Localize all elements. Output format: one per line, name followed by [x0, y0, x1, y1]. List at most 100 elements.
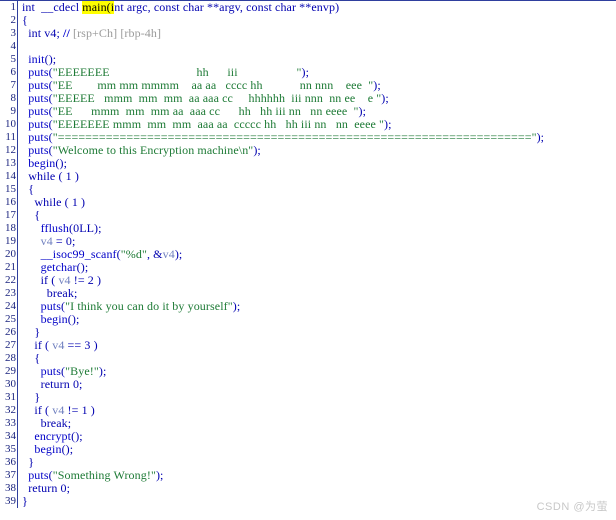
code-line[interactable]: 30 return 0;: [0, 378, 616, 391]
code-line-text[interactable]: encrypt();: [22, 430, 616, 443]
code-line-text[interactable]: return 0;: [22, 482, 616, 495]
token-kw: [22, 299, 41, 313]
gutter-divider: [17, 131, 18, 144]
code-line[interactable]: 33 break;: [0, 417, 616, 430]
token-kw: [22, 247, 41, 261]
token-str: "EE mmm mm mm aa aaa cc hh hh iii nn nn …: [52, 104, 359, 118]
code-line[interactable]: 13 begin();: [0, 157, 616, 170]
line-number: 13: [5, 157, 16, 169]
code-line-text[interactable]: while ( 1 ): [22, 170, 616, 183]
line-number: 28: [5, 352, 16, 364]
line-number: 12: [5, 144, 16, 156]
gutter-divider: [17, 209, 18, 222]
pseudocode-view[interactable]: 1 int __cdecl main(int argc, const char *…: [0, 0, 616, 520]
code-line[interactable]: 25 begin();: [0, 313, 616, 326]
code-line[interactable]: 18 fflush(0LL);: [0, 222, 616, 235]
code-line[interactable]: 4: [0, 40, 616, 53]
gutter-divider: [17, 430, 18, 443]
line-number: 35: [5, 443, 16, 455]
code-line-text[interactable]: getchar();: [22, 261, 616, 274]
token-fn: puts: [40, 364, 62, 378]
code-line-text[interactable]: }: [22, 391, 616, 404]
code-line[interactable]: 3 int v4; // [rsp+Ch] [rbp-4h]: [0, 27, 616, 40]
code-line-text[interactable]: if ( v4 != 1 ): [22, 404, 616, 417]
code-line-text[interactable]: if ( v4 == 3 ): [22, 339, 616, 352]
code-line-text[interactable]: begin();: [22, 313, 616, 326]
code-line-text[interactable]: puts("Welcome to this Encryption machine…: [22, 144, 616, 157]
gutter-divider: [17, 326, 18, 339]
code-line-text[interactable]: {: [22, 209, 616, 222]
token-kw: [22, 364, 41, 378]
code-line[interactable]: 24 puts("I think you can do it by yourse…: [0, 300, 616, 313]
token-kw: ();: [67, 312, 80, 326]
code-line[interactable]: 1 int __cdecl main(int argc, const char *…: [0, 1, 616, 14]
line-number: 26: [5, 326, 16, 338]
code-line-text[interactable]: }: [22, 326, 616, 339]
token-str: "%d": [120, 247, 147, 261]
token-cmt: [rsp+Ch] [rbp-4h]: [72, 26, 162, 40]
code-line[interactable]: 20 __isoc99_scanf("%d", &v4);: [0, 248, 616, 261]
line-number: 33: [5, 417, 16, 429]
token-kw: ();: [71, 429, 83, 443]
code-line[interactable]: 14 while ( 1 ): [0, 170, 616, 183]
line-number: 23: [5, 287, 16, 299]
code-line[interactable]: 12 puts("Welcome to this Encryption mach…: [0, 144, 616, 157]
code-line-text[interactable]: if ( v4 != 2 ): [22, 274, 616, 287]
code-line-text[interactable]: return 0;: [22, 378, 616, 391]
code-line[interactable]: 15 {: [0, 183, 616, 196]
code-line-text[interactable]: puts("I think you can do it by yourself"…: [22, 300, 616, 313]
gutter-divider: [17, 27, 18, 40]
gutter-divider: [17, 40, 18, 53]
gutter-divider: [17, 14, 18, 27]
code-line[interactable]: 39}: [0, 495, 616, 508]
code-line-text[interactable]: {: [22, 352, 616, 365]
code-line-text[interactable]: begin();: [22, 443, 616, 456]
code-line[interactable]: 16 while ( 1 ): [0, 196, 616, 209]
line-number: 10: [5, 118, 16, 130]
code-line[interactable]: 35 begin();: [0, 443, 616, 456]
gutter-divider: [17, 391, 18, 404]
code-line-text[interactable]: }: [22, 495, 616, 508]
watermark-label: CSDN @为萤: [536, 501, 608, 513]
code-line-text[interactable]: while ( 1 ): [22, 196, 616, 209]
token-kw: [22, 442, 34, 456]
token-str: "I think you can do it by yourself": [65, 299, 233, 313]
code-line[interactable]: 29 puts("Bye!");: [0, 365, 616, 378]
code-line[interactable]: 22 if ( v4 != 2 ): [0, 274, 616, 287]
code-line-text[interactable]: puts("Bye!");: [22, 365, 616, 378]
code-line-text[interactable]: __isoc99_scanf("%d", &v4);: [22, 248, 616, 261]
code-line-text[interactable]: int __cdecl main(int argc, const char **…: [22, 1, 616, 14]
line-number: 34: [5, 430, 16, 442]
gutter-divider: [17, 352, 18, 365]
code-line-text[interactable]: begin();: [22, 157, 616, 170]
gutter-divider: [17, 313, 18, 326]
token-str: "EEEEEEE hh iii ": [52, 65, 302, 79]
code-line[interactable]: 38 return 0;: [0, 482, 616, 495]
token-fn: init: [28, 52, 45, 66]
token-kw: [22, 221, 41, 235]
code-line[interactable]: 27 if ( v4 == 3 ): [0, 339, 616, 352]
token-kw: while ( 1 ): [22, 195, 86, 209]
code-line[interactable]: 32 if ( v4 != 1 ): [0, 404, 616, 417]
token-kw: if (: [22, 338, 53, 352]
code-line-text[interactable]: {: [22, 183, 616, 196]
code-line[interactable]: 34 encrypt();: [0, 430, 616, 443]
code-line-text[interactable]: int v4; // [rsp+Ch] [rbp-4h]: [22, 27, 616, 40]
token-var: v4: [52, 403, 65, 417]
code-line-text[interactable]: fflush(0LL);: [22, 222, 616, 235]
token-kw: int __cdecl: [22, 1, 83, 14]
token-fn: begin: [40, 312, 68, 326]
code-line-text[interactable]: puts("Something Wrong!");: [22, 469, 616, 482]
token-fn: begin: [28, 156, 56, 170]
code-line-text[interactable]: break;: [22, 417, 616, 430]
token-fn: getchar: [40, 260, 77, 274]
token-kw: );: [358, 104, 367, 118]
token-kw: );: [301, 65, 310, 79]
code-line[interactable]: 37 puts("Something Wrong!");: [0, 469, 616, 482]
token-hl[interactable]: main(i: [82, 1, 115, 14]
gutter-divider: [17, 456, 18, 469]
line-number: 8: [10, 92, 17, 104]
token-var: v4: [40, 234, 53, 248]
code-area[interactable]: 1 int __cdecl main(int argc, const char *…: [0, 1, 616, 520]
gutter-divider: [17, 365, 18, 378]
